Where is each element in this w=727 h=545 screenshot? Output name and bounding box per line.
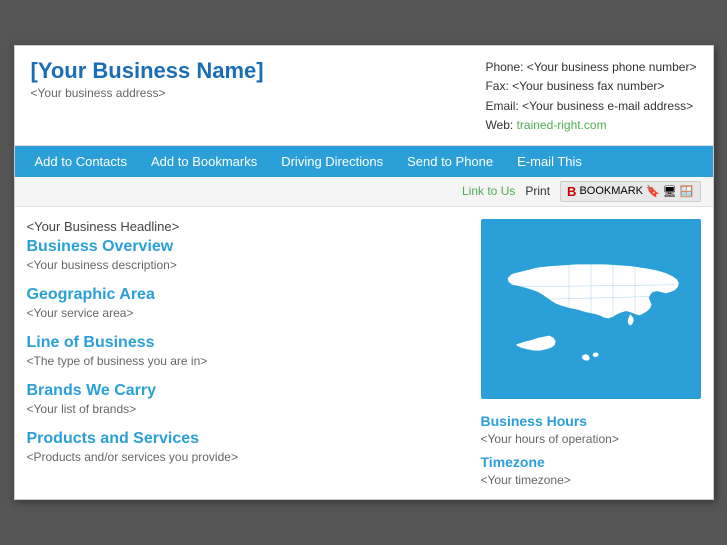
web-text: Web: [485, 118, 516, 132]
right-column: Business Hours <Your hours of operation>… [481, 219, 701, 487]
section-title-0: Business Overview [27, 238, 465, 256]
bookmark-icons-extra: 🔖 🖥 🪟 [646, 185, 693, 198]
web-label: Web: trained-right.com [485, 116, 696, 135]
section-desc-0: <Your business description> [27, 258, 465, 272]
link-to-us-link[interactable]: Link to Us [462, 184, 515, 198]
left-column: <Your Business Headline> Business Overvi… [27, 219, 481, 487]
bookmark-label: BOOKMARK [579, 185, 643, 197]
navbar: Add to Contacts Add to Bookmarks Driving… [15, 146, 713, 177]
timezone-desc: <Your timezone> [481, 473, 701, 487]
web-link[interactable]: trained-right.com [517, 118, 607, 132]
nav-add-to-bookmarks[interactable]: Add to Bookmarks [139, 146, 269, 177]
nav-driving-directions[interactable]: Driving Directions [269, 146, 395, 177]
section-title-1: Geographic Area [27, 286, 465, 304]
bookmark-icon: B [567, 184, 576, 199]
email-label: Email: <Your business e-mail address> [485, 97, 696, 116]
section-title-4: Products and Services [27, 430, 465, 448]
bookmark-button[interactable]: B BOOKMARK 🔖 🖥 🪟 [560, 181, 700, 202]
header-right: Phone: <Your business phone number> Fax:… [485, 58, 696, 135]
us-map-svg [481, 219, 701, 399]
nav-send-to-phone[interactable]: Send to Phone [395, 146, 505, 177]
main-content: <Your Business Headline> Business Overvi… [15, 207, 713, 499]
header: [Your Business Name] <Your business addr… [15, 46, 713, 146]
page-wrapper: [Your Business Name] <Your business addr… [14, 45, 714, 500]
business-headline: <Your Business Headline> [27, 219, 465, 234]
section-title-2: Line of Business [27, 334, 465, 352]
print-link[interactable]: Print [525, 184, 550, 198]
fax-label: Fax: <Your business fax number> [485, 77, 696, 96]
section-desc-4: <Products and/or services you provide> [27, 450, 465, 464]
section-desc-2: <The type of business you are in> [27, 354, 465, 368]
business-hours-desc: <Your hours of operation> [481, 432, 701, 446]
nav-add-to-contacts[interactable]: Add to Contacts [23, 146, 140, 177]
section-desc-1: <Your service area> [27, 306, 465, 320]
utility-bar: Link to Us Print B BOOKMARK 🔖 🖥 🪟 [15, 177, 713, 207]
nav-email-this[interactable]: E-mail This [505, 146, 594, 177]
business-hours-title: Business Hours [481, 413, 701, 429]
section-desc-3: <Your list of brands> [27, 402, 465, 416]
business-address: <Your business address> [31, 86, 264, 100]
header-left: [Your Business Name] <Your business addr… [31, 58, 264, 100]
phone-label: Phone: <Your business phone number> [485, 58, 696, 77]
us-map [481, 219, 701, 399]
timezone-title: Timezone [481, 454, 701, 470]
section-title-3: Brands We Carry [27, 382, 465, 400]
business-name: [Your Business Name] [31, 58, 264, 84]
